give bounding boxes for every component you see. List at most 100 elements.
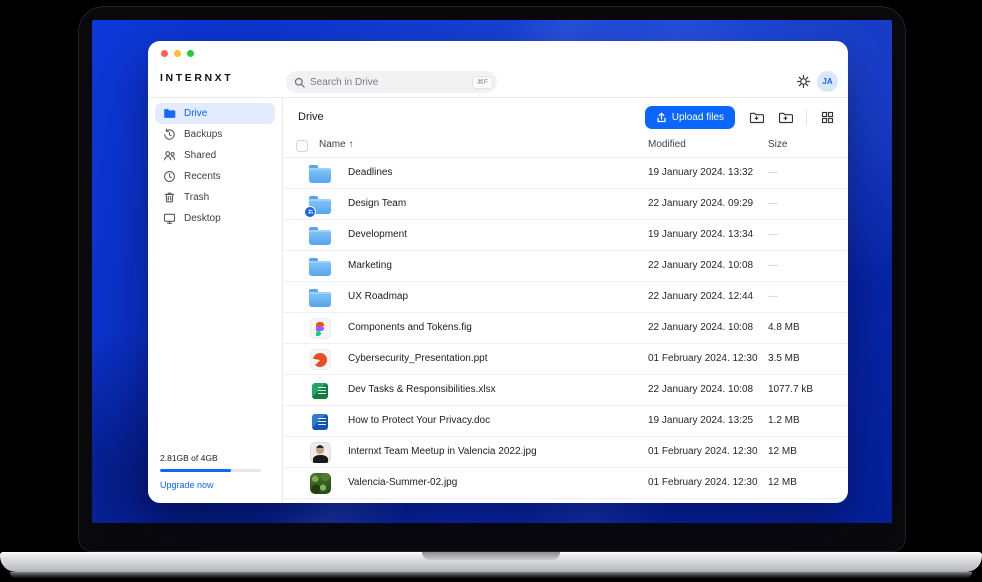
storage-progress-fill <box>160 469 231 472</box>
sidebar-item-backups[interactable]: Backups <box>155 124 275 145</box>
row-name: Design Team <box>348 198 406 209</box>
backup-restore-icon <box>163 128 176 141</box>
upload-icon <box>656 112 667 123</box>
upload-files-label: Upload files <box>672 112 724 123</box>
minimize-window-button[interactable] <box>174 50 181 57</box>
storage-section: 2.81GB of 4GB Upgrade now <box>160 453 261 490</box>
settings-button[interactable] <box>794 72 812 90</box>
gear-icon <box>796 74 811 89</box>
upload-files-button[interactable]: Upload files <box>645 106 735 129</box>
search-input[interactable] <box>310 77 467 88</box>
sidebar-item-label: Drive <box>184 108 207 119</box>
search-shortcut-badge: ⌘F <box>472 76 493 89</box>
clock-icon <box>163 170 176 183</box>
row-modified: 01 February 2024. 12:30 <box>648 446 758 457</box>
sidebar-item-shared[interactable]: Shared <box>155 145 275 166</box>
row-name: Cybersecurity_Presentation.ppt <box>348 353 488 364</box>
row-size: — <box>768 167 778 178</box>
sidebar-item-trash[interactable]: Trash <box>155 187 275 208</box>
table-row[interactable]: Cybersecurity_Presentation.ppt 01 Februa… <box>284 344 848 375</box>
folder-icon <box>163 107 176 120</box>
folder-icon <box>309 261 331 276</box>
row-name: How to Protect Your Privacy.doc <box>348 415 490 426</box>
sidebar-item-recents[interactable]: Recents <box>155 166 275 187</box>
row-modified: 22 January 2024. 10:08 <box>648 384 753 395</box>
row-size: 3.5 MB <box>768 353 800 364</box>
row-size: 1077.7 kB <box>768 384 813 395</box>
sidebar-item-label: Trash <box>184 192 209 203</box>
column-header-modified: Modified <box>648 139 686 150</box>
table-row[interactable]: Deadlines 19 January 2024. 13:32 — <box>284 158 848 189</box>
table-row[interactable]: Dev Tasks & Responsibilities.xlsx 22 Jan… <box>284 375 848 406</box>
page-title: Drive <box>298 111 324 123</box>
trash-icon <box>163 191 176 204</box>
sort-ascending-icon: ↑ <box>348 139 353 150</box>
table-row[interactable]: UX Roadmap 22 January 2024. 12:44 — <box>284 282 848 313</box>
table-header: Name ↑ Modified Size <box>284 136 848 158</box>
row-name: Components and Tokens.fig <box>348 322 472 333</box>
search-icon <box>294 77 305 88</box>
toolbar-divider <box>806 110 807 125</box>
table-row[interactable]: Valencia-Summer-02.jpg 01 February 2024.… <box>284 468 848 499</box>
row-size: — <box>768 198 778 209</box>
search-bar[interactable]: ⌘F <box>286 71 497 93</box>
column-header-size: Size <box>768 139 787 150</box>
row-modified: 22 January 2024. 12:44 <box>648 291 753 302</box>
row-size: 12 MB <box>768 446 797 457</box>
zoom-window-button[interactable] <box>187 50 194 57</box>
sidebar-item-desktop[interactable]: Desktop <box>155 208 275 229</box>
table-row[interactable]: How to Protect Your Privacy.doc 19 Janua… <box>284 406 848 437</box>
row-modified: 19 January 2024. 13:25 <box>648 415 753 426</box>
internxt-logo: INTERNXT <box>160 72 233 84</box>
shared-badge-icon <box>304 206 316 218</box>
row-size: 12 MB <box>768 477 797 488</box>
row-size: 4.8 MB <box>768 322 800 333</box>
powerpoint-file-icon <box>310 349 331 370</box>
row-name: Valencia-Summer-02.jpg <box>348 477 457 488</box>
upgrade-link[interactable]: Upgrade now <box>160 480 261 490</box>
row-size: 1.2 MB <box>768 415 800 426</box>
folder-icon <box>309 292 331 307</box>
column-header-name[interactable]: Name ↑ <box>319 139 353 150</box>
internxt-drive-window: INTERNXT ⌘F JA <box>148 41 848 503</box>
shared-folder-icon <box>309 199 331 214</box>
table-row[interactable]: Development 19 January 2024. 13:34 — <box>284 220 848 251</box>
table-row[interactable]: Design Team 22 January 2024. 09:29 — <box>284 189 848 220</box>
laptop-lid-notch <box>422 552 560 560</box>
file-list: Deadlines 19 January 2024. 13:32 — Desig… <box>284 158 848 503</box>
sidebar-item-label: Backups <box>184 129 222 140</box>
create-folder-button[interactable] <box>778 111 793 124</box>
avatar[interactable]: JA <box>817 71 838 92</box>
folder-icon <box>309 168 331 183</box>
main-content: Drive Upload files <box>284 98 848 503</box>
sidebar: Drive Backups Shared <box>148 98 283 503</box>
folder-plus-icon <box>778 111 793 124</box>
grid-view-icon <box>821 111 834 124</box>
window-controls <box>161 50 194 57</box>
grid-view-button[interactable] <box>821 111 834 124</box>
row-name: UX Roadmap <box>348 291 408 302</box>
photo-thumbnail <box>310 473 331 494</box>
row-modified: 19 January 2024. 13:34 <box>648 229 753 240</box>
row-name: Development <box>348 229 407 240</box>
sidebar-item-label: Recents <box>184 171 221 182</box>
close-window-button[interactable] <box>161 50 168 57</box>
people-icon <box>163 149 176 162</box>
row-name: Dev Tasks & Responsibilities.xlsx <box>348 384 496 395</box>
table-row[interactable]: Internxt Team Meetup in Valencia 2022.jp… <box>284 437 848 468</box>
table-row[interactable]: Components and Tokens.fig 22 January 202… <box>284 313 848 344</box>
upload-folder-button[interactable] <box>749 111 764 124</box>
sidebar-item-drive[interactable]: Drive <box>155 103 275 124</box>
storage-usage-label: 2.81GB of 4GB <box>160 453 261 463</box>
folder-icon <box>309 230 331 245</box>
table-row[interactable]: Marketing 22 January 2024. 10:08 — <box>284 251 848 282</box>
row-size: — <box>768 291 778 302</box>
toolbar: Drive Upload files <box>284 98 848 136</box>
sidebar-item-label: Shared <box>184 150 216 161</box>
desktop-icon <box>163 212 176 225</box>
figma-file-icon <box>310 318 331 339</box>
row-name: Deadlines <box>348 167 392 178</box>
row-modified: 01 February 2024. 12:30 <box>648 353 758 364</box>
select-all-checkbox[interactable] <box>296 140 308 152</box>
row-name: Internxt Team Meetup in Valencia 2022.jp… <box>348 446 537 457</box>
